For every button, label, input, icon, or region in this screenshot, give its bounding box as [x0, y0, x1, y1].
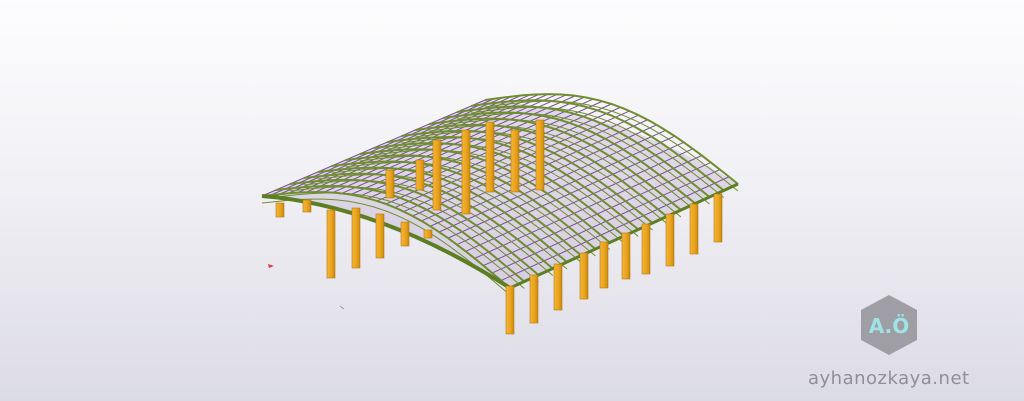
column	[461, 129, 471, 215]
column	[400, 221, 410, 247]
column	[641, 223, 651, 275]
column	[432, 139, 442, 211]
column	[713, 193, 723, 243]
column	[529, 274, 539, 324]
column	[579, 252, 589, 300]
column	[553, 263, 563, 311]
column	[599, 241, 609, 289]
column	[621, 232, 631, 280]
column	[505, 285, 515, 335]
column	[385, 169, 395, 199]
column	[275, 202, 285, 218]
column	[510, 129, 520, 193]
axis-marker	[268, 264, 274, 268]
watermark-text: ayhanozkaya.net	[808, 368, 970, 389]
column	[423, 229, 433, 239]
column	[351, 207, 361, 269]
logo-badge: A.Ö	[861, 295, 917, 355]
3d-model-viewport[interactable]: A.Ö ayhanozkaya.net	[0, 0, 1024, 401]
column	[665, 213, 675, 267]
axis-marker-line	[339, 305, 345, 310]
column	[415, 159, 425, 191]
column	[689, 203, 699, 255]
logo-text: A.Ö	[869, 314, 909, 338]
column	[485, 121, 495, 193]
column	[302, 199, 312, 213]
column	[535, 119, 545, 191]
column	[326, 209, 336, 279]
column	[375, 213, 385, 259]
